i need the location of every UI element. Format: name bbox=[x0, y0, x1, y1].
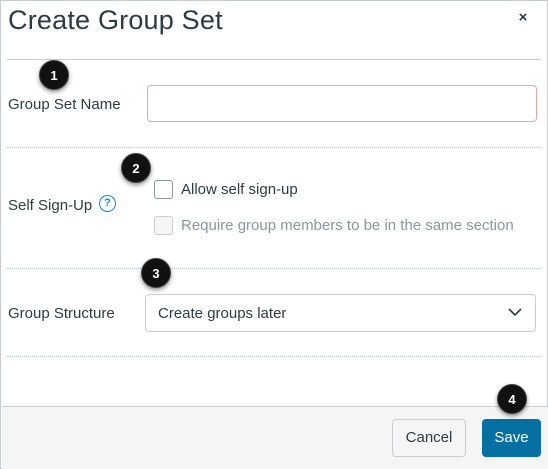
help-icon[interactable]: ? bbox=[99, 195, 116, 212]
save-button[interactable]: Save bbox=[482, 419, 541, 457]
callout-marker: 4 bbox=[497, 384, 527, 414]
group-structure-label: Group Structure bbox=[8, 305, 115, 322]
callout-marker: 1 bbox=[39, 60, 69, 90]
require-same-section-label: Require group members to be in the same … bbox=[181, 217, 514, 234]
section-divider bbox=[7, 147, 541, 148]
group-set-name-input[interactable] bbox=[147, 85, 537, 122]
cancel-button[interactable]: Cancel bbox=[392, 419, 466, 457]
section-divider bbox=[7, 356, 541, 357]
dialog-title: Create Group Set bbox=[8, 5, 223, 35]
group-structure-select[interactable]: Create groups later bbox=[145, 294, 536, 332]
close-icon[interactable]: × bbox=[513, 8, 533, 28]
header-divider bbox=[7, 59, 541, 60]
group-structure-selected-value: Create groups later bbox=[158, 305, 287, 322]
chevron-down-icon bbox=[508, 308, 522, 317]
create-group-set-dialog: Create Group Set × Group Set Name Self S… bbox=[0, 0, 548, 469]
callout-marker: 2 bbox=[121, 153, 151, 183]
self-signup-label: Self Sign-Up bbox=[8, 197, 93, 214]
require-same-section-checkbox bbox=[154, 216, 173, 235]
section-divider bbox=[7, 268, 541, 269]
dialog-footer bbox=[2, 406, 548, 469]
allow-self-signup-checkbox[interactable] bbox=[154, 180, 173, 199]
group-set-name-label: Group Set Name bbox=[8, 96, 121, 113]
callout-marker: 3 bbox=[141, 258, 171, 288]
allow-self-signup-label[interactable]: Allow self sign-up bbox=[181, 181, 298, 198]
